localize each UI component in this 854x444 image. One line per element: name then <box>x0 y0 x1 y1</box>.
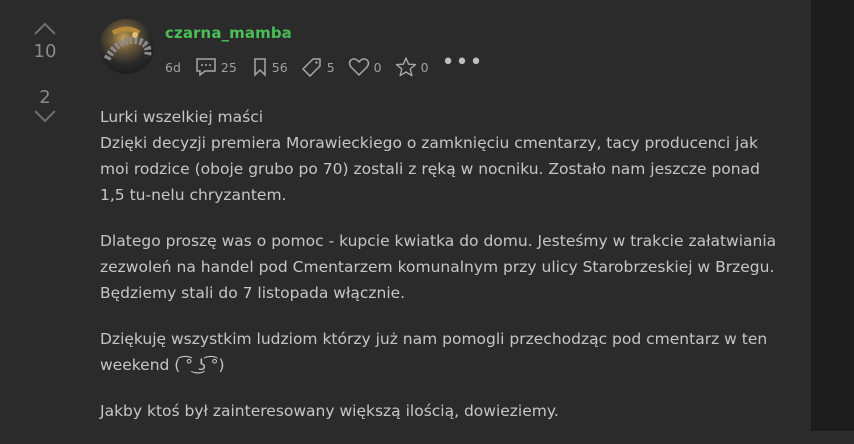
downvote-count: 2 <box>39 87 51 108</box>
post-paragraph: Jakby ktoś był zainteresowany większą il… <box>100 402 559 420</box>
tags-count: 5 <box>326 59 335 75</box>
comment-bubble-icon <box>196 58 216 77</box>
post-meta-bar: 6d 25 56 5 0 0 ••• <box>165 52 484 78</box>
star-icon <box>395 57 416 77</box>
post-body: Lurki wszelkiej maści Dzięki decyzji pre… <box>100 104 780 444</box>
upvote-count: 10 <box>33 41 57 62</box>
post-age: 6d <box>165 59 181 75</box>
tag-icon <box>301 58 321 77</box>
post-title: Lurki wszelkiej maści <box>100 108 264 126</box>
heart-icon <box>348 58 369 76</box>
post-paragraph: Dlatego proszę was o pomoc - kupcie kwia… <box>100 232 777 302</box>
downvote-chevron-icon[interactable] <box>33 109 57 123</box>
favorite-button[interactable]: 0 <box>395 57 429 77</box>
snake-avatar-icon <box>103 26 152 61</box>
likes-count: 0 <box>373 59 382 75</box>
author-username[interactable]: czarna_mamba <box>165 24 292 42</box>
post-paragraph: Dziękuję wszystkim ludziom którzy już na… <box>100 330 768 374</box>
post-paragraph: Dzięki decyzji premiera Morawieckiego o … <box>100 134 760 204</box>
comments-count: 25 <box>220 59 237 75</box>
avatar[interactable] <box>99 19 154 74</box>
bookmark-icon <box>254 58 266 77</box>
favorites-count: 0 <box>420 59 429 75</box>
tags-button[interactable]: 5 <box>301 57 335 77</box>
right-sidebar-strip <box>811 0 854 431</box>
vote-panel: 10 2 <box>22 22 68 123</box>
like-button[interactable]: 0 <box>348 57 382 77</box>
more-options-icon[interactable]: ••• <box>442 52 484 74</box>
rss-icon[interactable]: ⁂ <box>283 30 291 39</box>
bookmarks-count: 56 <box>271 59 288 75</box>
comments-button[interactable]: 25 <box>195 57 237 77</box>
bookmark-button[interactable]: 56 <box>252 57 288 77</box>
upvote-chevron-icon[interactable] <box>33 22 57 36</box>
